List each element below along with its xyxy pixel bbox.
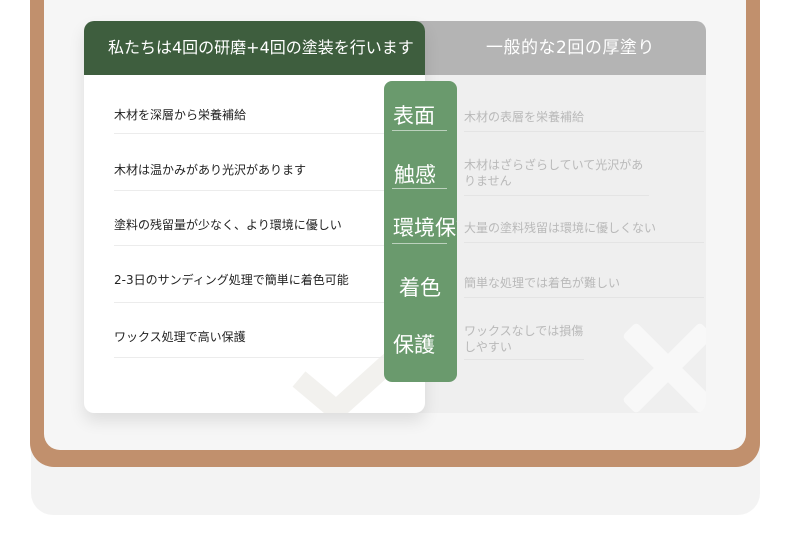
ours-item-eco: 塗料の残留量が少なく、より環境に優しい [114, 217, 414, 246]
ours-card-title: 私たちは4回の研磨+4回の塗装を行います [84, 21, 425, 75]
ours-item-coloring: 2-3日のサンディング処理で簡単に着色可能 [114, 272, 414, 303]
cross-icon [620, 321, 706, 411]
category-eco: 環境保護 [393, 216, 457, 240]
general-item-protection: ワックスなしでは損傷しやすい [464, 323, 584, 360]
ours-item-protection: ワックス処理で高い保護 [114, 329, 414, 358]
comparison-card-ours: 私たちは4回の研磨+4回の塗装を行います 木材を深層から栄養補給 木材は温かみが… [84, 21, 425, 413]
category-texture: 触感 [394, 163, 436, 187]
general-item-coloring: 簡単な処理では着色が難しい [464, 275, 704, 298]
category-protection: 保護 [393, 333, 435, 357]
general-item-surface: 木材の表層を栄養補給 [464, 109, 704, 132]
category-divider [392, 130, 447, 131]
ours-item-surface: 木材を深層から栄養補給 [114, 107, 414, 134]
category-divider [392, 243, 447, 244]
general-card-title: 一般的な2回の厚塗り [408, 21, 706, 75]
category-coloring: 着色 [399, 276, 441, 300]
category-divider [392, 188, 447, 189]
general-item-texture: 木材はざらざらしていて光沢がありません [464, 157, 649, 196]
category-surface: 表面 [393, 104, 435, 128]
ours-item-texture: 木材は温かみがあり光沢があります [114, 162, 414, 191]
general-item-eco: 大量の塗料残留は環境に優しくない [464, 220, 704, 243]
